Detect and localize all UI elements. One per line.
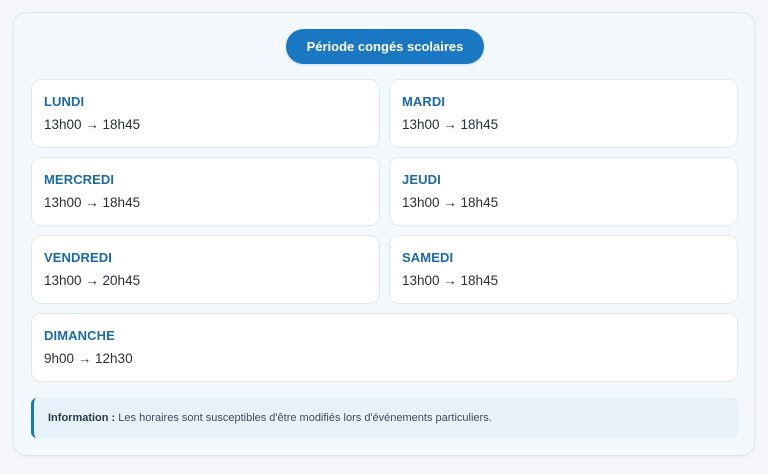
day-hours: 13h00 → 18h45 [44,195,141,210]
schedule-card: Période congés scolaires LUNDI 13h00 → 1… [13,12,755,456]
day-card-samedi: SAMEDI 13h00 → 18h45 [389,235,738,304]
day-card-vendredi: VENDREDI 13h00 → 20h45 [31,235,380,304]
day-name: DIMANCHE [44,328,115,343]
day-hours: 13h00 → 18h45 [44,117,141,132]
day-hours: 13h00 → 20h45 [44,273,141,288]
day-name: MARDI [402,94,446,109]
period-badge: Période congés scolaires [286,29,484,64]
day-name: LUNDI [44,94,85,109]
day-card-jeudi: JEUDI 13h00 → 18h45 [389,157,738,226]
day-hours: 13h00 → 18h45 [402,117,499,132]
day-card-mercredi: MERCREDI 13h00 → 18h45 [31,157,380,226]
info-text: Les horaires sont susceptibles d'être mo… [118,412,492,424]
day-name: SAMEDI [402,250,454,265]
day-name: JEUDI [402,172,441,187]
day-card-lundi: LUNDI 13h00 → 18h45 [31,79,380,148]
day-hours: 13h00 → 18h45 [402,195,499,210]
info-notice: Information : Les horaires sont suscepti… [31,398,738,438]
day-card-dimanche: DIMANCHE 9h00 → 12h30 [31,313,738,382]
day-hours: 9h00 → 12h30 [44,351,133,366]
info-label: Information : [48,412,116,424]
day-hours: 13h00 → 18h45 [402,273,499,288]
day-name: MERCREDI [44,172,115,187]
day-card-mardi: MARDI 13h00 → 18h45 [389,79,738,148]
day-name: VENDREDI [44,250,112,265]
